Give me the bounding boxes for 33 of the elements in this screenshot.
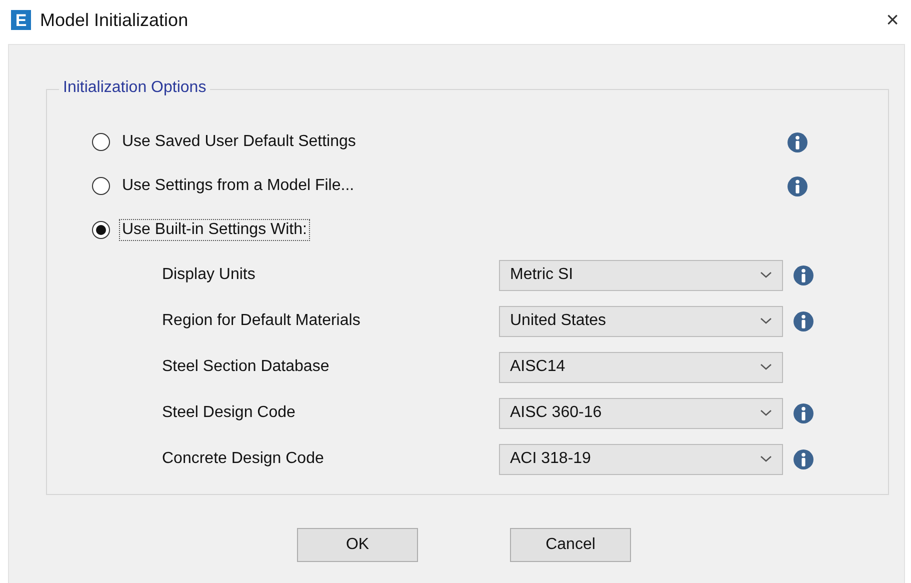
radio-button[interactable] [92,133,110,151]
caret-icon [760,271,772,279]
radio-label[interactable]: Use Saved User Default Settings [119,131,359,153]
info-icon[interactable] [787,176,808,196]
dialog-button[interactable]: OK [297,528,418,562]
setting-label: Steel Section Database [162,358,330,376]
caret-icon [760,363,772,371]
info-icon[interactable] [793,402,814,424]
setting-label: Steel Design Code [162,404,296,422]
caret-icon [760,409,772,417]
close-button[interactable]: × [876,7,909,33]
info-icon[interactable] [787,132,808,152]
info-icon[interactable] [793,310,814,332]
dropdown[interactable]: Metric SI [499,260,783,290]
info-icon[interactable] [793,448,814,470]
radio-label[interactable]: Use Built-in Settings With: [119,219,310,241]
setting-label: Concrete Design Code [162,450,325,468]
setting-label: Region for Default Materials [162,312,362,330]
radio-button[interactable] [92,177,110,195]
dropdown[interactable]: United States [499,306,783,336]
group-title: Initialization Options [59,79,210,97]
caret-icon [760,317,772,325]
radio-label[interactable]: Use Settings from a Model File... [119,175,358,197]
dialog-button[interactable]: Cancel [510,528,631,562]
caret-icon [760,455,772,463]
dropdown[interactable]: ACI 318-19 [499,444,783,474]
setting-label: Display Units [162,266,256,284]
dropdown[interactable]: AISC14 [499,352,783,382]
info-icon[interactable] [793,264,814,286]
window-title: Model Initialization [40,10,188,30]
radio-button[interactable] [92,221,110,239]
dropdown[interactable]: AISC 360-16 [499,398,783,428]
app-logo: E [11,10,31,30]
